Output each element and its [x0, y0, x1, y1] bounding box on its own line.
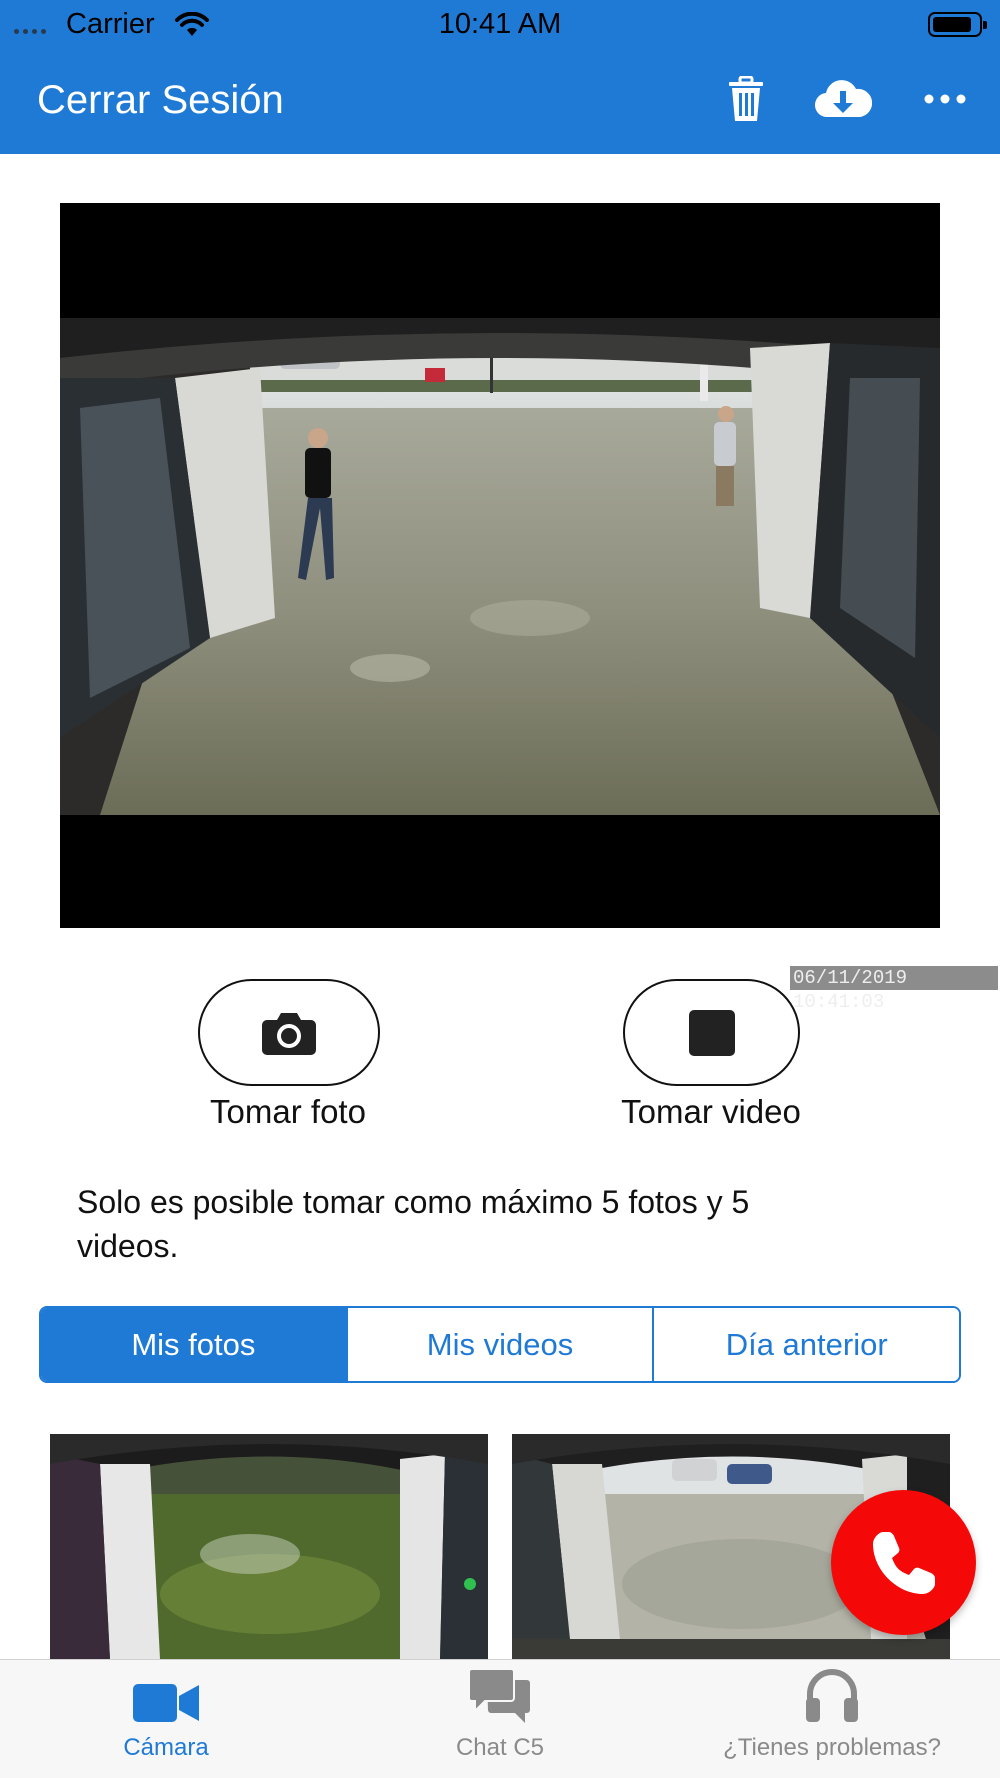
camera-icon [262, 1012, 316, 1055]
photo-thumbnail[interactable] [50, 1434, 488, 1659]
take-photo-button[interactable] [198, 979, 380, 1086]
navigation-bar: Cerrar Sesión [0, 48, 1000, 154]
take-video-button[interactable] [623, 979, 800, 1086]
cloud-download-icon[interactable] [812, 72, 874, 126]
segment-my-videos[interactable]: Mis videos [345, 1308, 653, 1381]
camera-scene-image [60, 318, 940, 815]
segment-my-photos[interactable]: Mis fotos [41, 1308, 346, 1381]
logout-button[interactable]: Cerrar Sesión [37, 78, 284, 123]
tab-help-label: ¿Tienes problemas? [723, 1734, 941, 1761]
phone-icon [872, 1531, 935, 1594]
tab-camera-label: Cámara [123, 1734, 209, 1761]
trash-icon[interactable] [725, 72, 767, 126]
segment-previous-day[interactable]: Día anterior [652, 1308, 959, 1381]
tab-chat-label: Chat C5 [455, 1734, 545, 1761]
capture-limit-notice: Solo es posible tomar como máximo 5 foto… [77, 1184, 750, 1264]
tab-help[interactable]: ¿Tienes problemas? [692, 1660, 972, 1778]
more-icon[interactable] [920, 72, 970, 126]
take-photo-label: Tomar foto [210, 1093, 366, 1130]
video-camera-icon [133, 1684, 199, 1722]
status-bar: Carrier 10:41 AM [0, 0, 1000, 48]
media-segmented-control: Mis fotos Mis videos Día anterior [39, 1306, 961, 1383]
tab-chat[interactable]: Chat C5 [400, 1660, 600, 1778]
battery-icon [928, 12, 987, 37]
tab-camera[interactable]: Cámara [66, 1660, 266, 1778]
video-timestamp: 06/11/2019 10:41:03 [790, 966, 998, 1013]
headphones-icon [806, 1669, 858, 1722]
take-video-label: Tomar video [621, 1093, 801, 1130]
stop-icon [688, 1009, 735, 1056]
tab-bar: Cámara Chat C5 ¿Tienes problemas? [0, 1659, 1000, 1778]
clock: 10:41 AM [438, 8, 562, 40]
camera-video-feed[interactable]: 06/11/2019 10:41:03 [60, 203, 998, 1013]
emergency-call-button[interactable] [831, 1490, 976, 1635]
chat-icon [469, 1668, 530, 1723]
